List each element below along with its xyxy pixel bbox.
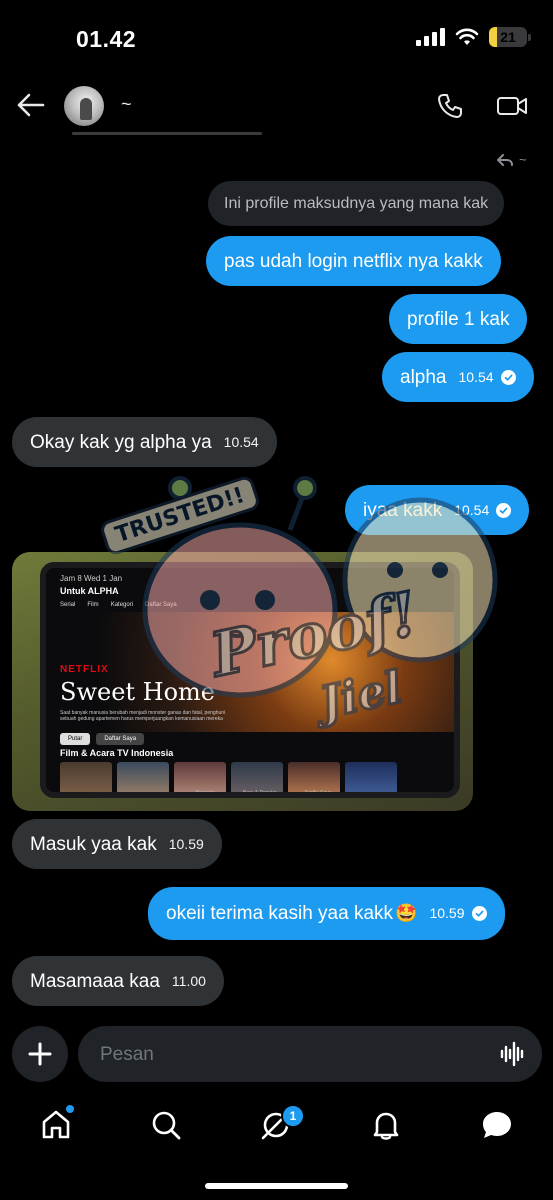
message-input-container <box>78 1026 542 1084</box>
message-time: 10.59 <box>429 905 465 921</box>
row-title: Film & Acara TV Indonesia <box>60 748 174 758</box>
outgoing-message[interactable]: profile 1 kak <box>389 294 528 344</box>
notifications-icon[interactable] <box>369 1108 403 1142</box>
battery-percent: 21 <box>500 29 516 45</box>
outgoing-message[interactable]: alpha 10.54 <box>382 352 534 402</box>
back-arrow-icon[interactable] <box>16 92 46 118</box>
message-text: iyaa kakk <box>363 499 443 521</box>
thumbnail <box>288 762 340 792</box>
message-text: Masamaaa kaa <box>30 970 160 992</box>
home-notification-dot <box>66 1105 74 1113</box>
wifi-icon <box>455 28 479 45</box>
star-struck-emoji: 🤩 <box>395 903 418 923</box>
thumbnail <box>117 762 169 792</box>
home-icon[interactable] <box>39 1108 73 1142</box>
read-check-icon <box>471 906 487 921</box>
search-icon[interactable] <box>149 1108 183 1142</box>
incoming-message[interactable]: Masuk yaa kak 10.59 <box>12 819 222 869</box>
read-check-icon <box>500 369 516 385</box>
photo-menu-item: Kategori <box>110 602 134 608</box>
thumbnail <box>174 762 226 792</box>
message-text: alpha <box>400 366 447 388</box>
show-title: Sweet Home <box>60 678 216 706</box>
watermark-trusted: TRUSTED!! <box>98 474 262 557</box>
outgoing-message[interactable]: pas udah login netflix nya kakk <box>206 236 501 286</box>
photo-menu-item: Film <box>87 602 99 608</box>
photo-date-line: Jam 8 Wed 1 Jan <box>60 574 123 583</box>
plus-icon <box>28 1042 52 1066</box>
my-list-button-label: Daftar Saya <box>96 733 145 745</box>
message-composer <box>10 1024 545 1084</box>
read-check-icon <box>496 502 512 518</box>
status-icons: 21 <box>416 27 531 47</box>
message-text: okeii terima kasih yaa kakk <box>166 903 394 924</box>
grok-badge: 1 <box>281 1104 305 1128</box>
photo-bottom-nav: Beranda Baru & Populer Netflix Saya <box>196 790 332 796</box>
show-buttons: Putar Daftar Saya <box>60 733 145 745</box>
battery-icon: 21 <box>489 27 531 47</box>
play-button-label: Putar <box>60 733 91 745</box>
outgoing-message[interactable]: okeii terima kasih yaa kakk 🤩 10.59 <box>148 887 505 940</box>
video-call-icon[interactable] <box>496 92 528 120</box>
photo-menu-item: Daftar Saya <box>145 602 177 608</box>
tablet-screen: Jam 8 Wed 1 Jan Untuk ALPHA Serial Film … <box>40 562 460 798</box>
thumbnail <box>231 762 283 792</box>
photo-nav-item: Netflix Saya <box>304 790 332 796</box>
reply-indicator-label: ~ <box>519 152 527 167</box>
photo-attachment[interactable]: Jam 8 Wed 1 Jan Untuk ALPHA Serial Film … <box>12 552 473 811</box>
thumbnail <box>345 762 397 792</box>
message-text: Okay kak yg alpha ya <box>30 431 212 453</box>
bottom-navigation: 1 <box>0 1098 553 1156</box>
signal-icon <box>416 28 445 46</box>
incoming-message[interactable]: Okay kak yg alpha ya 10.54 <box>12 417 277 467</box>
message-time: 10.59 <box>168 835 204 852</box>
photo-nav-item: Baru & Populer <box>242 790 277 796</box>
quoted-message-text: Ini profile maksudnya yang mana kak <box>224 195 489 212</box>
phone-call-icon[interactable] <box>436 92 464 120</box>
photo-menu: Serial Film Kategori Daftar Saya <box>60 602 177 608</box>
message-time: 10.54 <box>458 368 494 385</box>
status-bar: 01.42 21 <box>0 0 553 72</box>
message-input[interactable] <box>98 1026 482 1084</box>
message-time: 11.00 <box>171 972 206 989</box>
quoted-message[interactable]: Ini profile maksudnya yang mana kak <box>208 181 505 226</box>
contact-name[interactable]: ~ <box>121 94 132 115</box>
photo-profile-label: Untuk ALPHA <box>60 586 119 596</box>
message-time: 10.54 <box>223 433 259 450</box>
status-time: 01.42 <box>76 26 137 52</box>
thumbnail-row <box>60 762 397 792</box>
contact-avatar[interactable] <box>64 86 104 126</box>
netflix-logo: NETFLIX <box>60 664 109 675</box>
reply-arrow-icon <box>497 153 513 166</box>
message-text: Masuk yaa kak <box>30 833 157 855</box>
thumbnail <box>60 762 112 792</box>
incoming-message[interactable]: Masamaaa kaa 11.00 <box>12 956 224 1006</box>
previous-content-edge <box>72 132 262 135</box>
chat-header: ~ <box>0 80 553 132</box>
message-text: profile 1 kak <box>407 308 510 330</box>
outgoing-message[interactable]: iyaa kakk 10.54 <box>345 485 530 535</box>
photo-menu-item: Serial <box>60 602 76 608</box>
battery-fill <box>489 27 497 47</box>
home-indicator <box>205 1183 348 1189</box>
reply-indicator: ~ <box>497 152 527 167</box>
message-text: pas udah login netflix nya kakk <box>224 250 483 272</box>
messages-icon[interactable] <box>480 1108 514 1142</box>
add-attachment-button[interactable] <box>12 1026 68 1082</box>
message-time: 10.54 <box>454 501 490 518</box>
photo-nav-item: Beranda <box>196 790 215 796</box>
show-description: Saat banyak manusia berubah menjadi mons… <box>60 710 226 722</box>
voice-message-icon[interactable] <box>500 1041 526 1067</box>
